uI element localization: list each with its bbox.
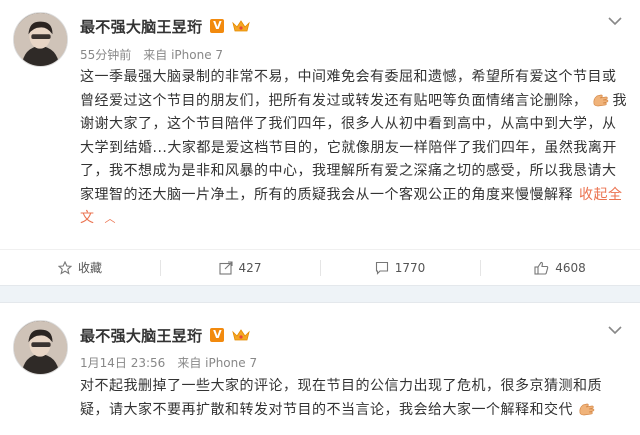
author-row: 最不强大脑王昱珩 V: [80, 16, 251, 37]
repost-icon: [218, 260, 233, 275]
feed-divider: [0, 285, 640, 303]
weibo-post-2: 最不强大脑王昱珩 V 1月14日 23:56 来自 iPhone 7 对不起我删掉…: [0, 303, 640, 435]
favorite-button[interactable]: 收藏: [0, 258, 160, 278]
repost-count: 427: [238, 260, 262, 275]
chevron-down-icon[interactable]: [608, 16, 622, 26]
avatar[interactable]: [13, 12, 68, 67]
crown-icon[interactable]: [232, 328, 251, 342]
author-name[interactable]: 最不强大脑王昱珩: [80, 16, 202, 37]
favorite-label: 收藏: [77, 261, 102, 275]
avatar[interactable]: [13, 320, 68, 375]
repost-button[interactable]: 427: [160, 258, 320, 278]
action-bar: 收藏 427 1770 4608: [0, 249, 640, 285]
like-count: 4608: [555, 260, 586, 275]
post-text-body: 对不起我删掉了一些大家的评论，现在节目的公信力出现了危机，很多京猜测和质疑，请大…: [80, 378, 602, 418]
weibo-post-1: 最不强大脑王昱珩 V 55分钟前 来自 iPhone 7 这一季最强大脑录制的非常…: [0, 0, 640, 285]
post-source: 来自 iPhone 7: [177, 356, 258, 370]
post-text: 这一季最强大脑录制的非常不易，中间难免会有委屈和遗憾，希望所有爱这个节目或曾经爱…: [80, 66, 628, 231]
post-time[interactable]: 55分钟前: [80, 48, 131, 62]
like-icon: [534, 261, 549, 275]
chevron-up-icon[interactable]: ︿: [105, 207, 117, 231]
comment-icon: [375, 261, 388, 275]
crown-icon[interactable]: [232, 19, 251, 33]
clap-emoji-icon: [578, 402, 596, 416]
chevron-down-icon[interactable]: [608, 325, 622, 335]
verified-badge[interactable]: V: [210, 328, 225, 342]
clap-emoji-icon: [592, 93, 610, 107]
verified-badge[interactable]: V: [210, 19, 225, 33]
comment-count: 1770: [394, 260, 426, 275]
like-button[interactable]: 4608: [480, 258, 640, 278]
author-name[interactable]: 最不强大脑王昱珩: [80, 325, 202, 346]
post-text-part-1: 这一季最强大脑录制的非常不易，中间难免会有委屈和遗憾，希望所有爱这个节目或曾经爱…: [80, 69, 617, 109]
post-text: 对不起我删掉了一些大家的评论，现在节目的公信力出现了危机，很多京猜测和质疑，请大…: [80, 375, 628, 422]
post-time[interactable]: 1月14日 23:56: [80, 356, 165, 370]
post-text-part-2: 我谢谢大家了，这个节目陪伴了我们四年，很多人从初中看到高中，从高中到大学，从大学…: [80, 92, 627, 203]
author-row: 最不强大脑王昱珩 V: [80, 325, 251, 346]
star-icon: [57, 260, 72, 275]
post-meta: 1月14日 23:56 来自 iPhone 7: [80, 354, 257, 371]
comment-button[interactable]: 1770: [320, 258, 480, 278]
post-meta: 55分钟前 来自 iPhone 7: [80, 46, 223, 63]
post-source: 来自 iPhone 7: [143, 48, 224, 62]
